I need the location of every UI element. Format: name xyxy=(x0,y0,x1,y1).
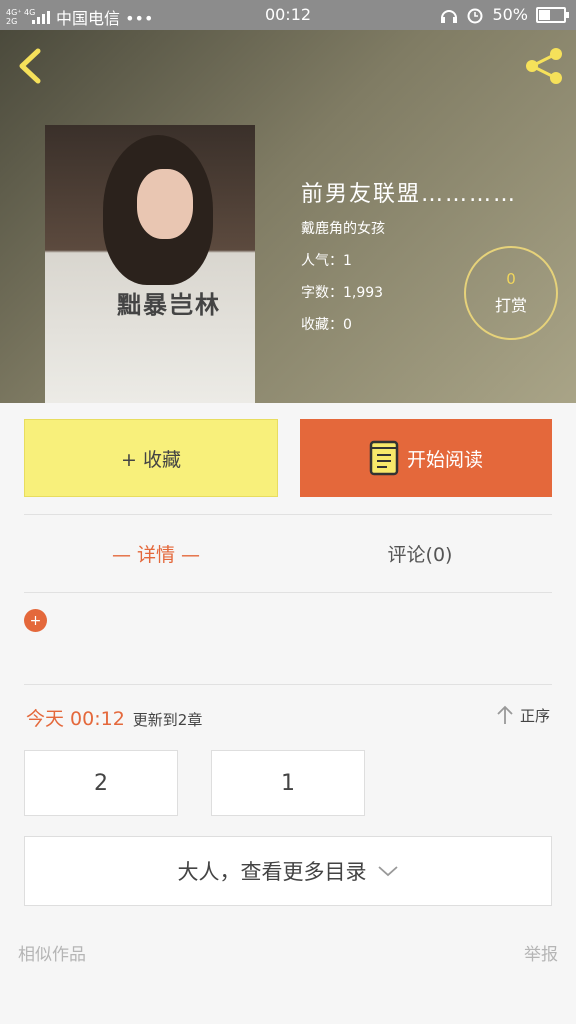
cover-shirt-text: 黜暴岂林 xyxy=(117,291,221,319)
book-word-count: 字数：1,993 xyxy=(301,285,384,301)
tab-comment-label: 评论(0) xyxy=(387,543,453,566)
chapter-item[interactable]: 1 xyxy=(211,750,365,816)
divider xyxy=(24,592,552,593)
book-icon xyxy=(369,440,399,476)
expand-icon[interactable]: + xyxy=(24,609,47,632)
cover-face xyxy=(137,169,193,239)
book-header: 黜暴岂林 前男友联盟………… 戴鹿角的女孩 人气：1 字数：1,993 收藏：0… xyxy=(0,30,576,403)
tab-detail-label: — 详情 — xyxy=(111,543,201,566)
back-button[interactable] xyxy=(14,46,48,86)
book-author: 戴鹿角的女孩 xyxy=(301,221,385,237)
arrow-up-icon xyxy=(497,705,513,724)
book-title: 前男友联盟………… xyxy=(301,182,518,207)
report-link[interactable]: 举报 xyxy=(524,940,558,965)
book-popularity: 人气：1 xyxy=(301,253,352,269)
sort-order-button[interactable]: 正序 xyxy=(494,704,550,726)
battery-icon xyxy=(536,6,569,23)
start-reading-label: 开始阅读 xyxy=(406,448,483,471)
divider xyxy=(24,684,552,685)
tab-comment[interactable]: 评论(0) xyxy=(288,530,552,576)
headphones-icon xyxy=(441,9,458,23)
battery-fill xyxy=(539,9,550,20)
battery-percent: 50% xyxy=(492,5,528,24)
chapter-item[interactable]: 2 xyxy=(24,750,178,816)
sort-label: 正序 xyxy=(519,706,550,725)
tip-label: 打赏 xyxy=(494,296,527,315)
more-catalog-button[interactable]: 大人，查看更多目录 xyxy=(24,836,552,906)
divider xyxy=(24,514,552,515)
status-bar: 4G⁺ 4G 2G 中国电信 ••• 00:12 50% xyxy=(0,0,576,30)
update-info: 今天 00:12 更新到2章 xyxy=(26,704,202,731)
update-time: 今天 00:12 xyxy=(26,708,125,730)
tip-count: 0 xyxy=(506,270,516,288)
chevron-down-icon xyxy=(377,866,398,877)
start-reading-button[interactable]: 开始阅读 xyxy=(300,419,552,497)
book-favorites: 收藏：0 xyxy=(301,317,352,333)
status-right: 50% xyxy=(440,5,569,24)
similar-works-link[interactable]: 相似作品 xyxy=(18,940,86,965)
share-icon[interactable] xyxy=(522,44,566,88)
book-cover[interactable]: 黜暴岂林 xyxy=(45,125,255,403)
collect-button[interactable]: + 收藏 xyxy=(24,419,278,497)
collect-label: + 收藏 xyxy=(121,448,181,471)
tip-button[interactable]: 0 打赏 xyxy=(464,246,558,340)
more-catalog-label: 大人，查看更多目录 xyxy=(177,860,367,884)
alarm-icon xyxy=(467,8,483,23)
update-text: 更新到2章 xyxy=(132,711,203,729)
tab-detail[interactable]: — 详情 — xyxy=(24,530,288,576)
